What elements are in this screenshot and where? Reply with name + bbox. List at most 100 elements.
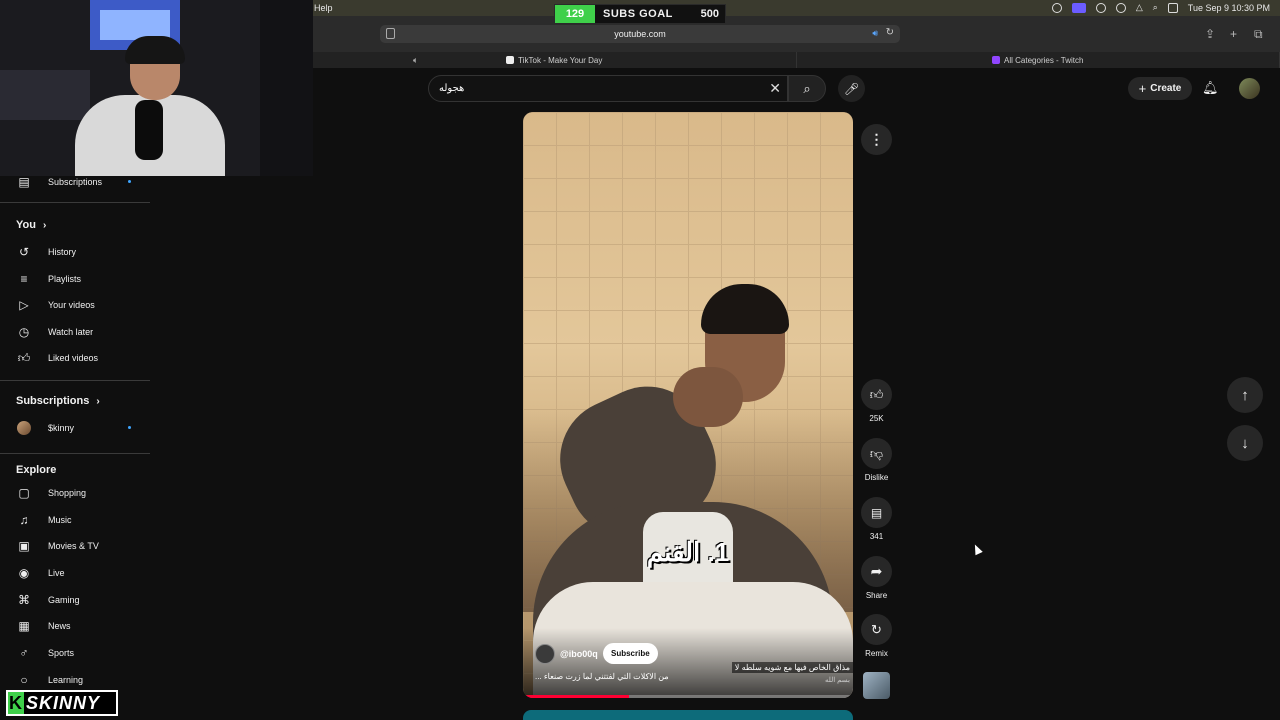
tab-tiktok[interactable]: TikTok - Make Your Day <box>313 52 797 68</box>
remix-button[interactable]: ↻ Remix <box>861 614 892 658</box>
search-icon[interactable]: ⌕ <box>1153 2 1158 13</box>
video-description[interactable]: من الاكلات التي لفتتني لما زرت صنعاء ... <box>535 672 669 681</box>
sound-thumbnail[interactable] <box>863 672 890 699</box>
comments-button[interactable]: ▤ 341 <box>861 497 892 541</box>
live-broadcast-icon: ◉ <box>18 566 30 580</box>
previous-short-button[interactable]: ↑ <box>1227 377 1263 413</box>
video-annotation-sub: بسم الله <box>825 677 850 684</box>
sidebar-item-news[interactable]: ▦ News <box>0 615 150 637</box>
create-button[interactable]: + Create <box>1128 77 1192 100</box>
subscribe-button[interactable]: Subscribe <box>603 643 658 664</box>
sidebar-item-channel[interactable]: $kinny <box>0 417 150 439</box>
voice-search-button[interactable]: 🎤︎ <box>838 75 865 102</box>
subs-label: SUBS GOAL <box>603 8 673 20</box>
stream-logo: K SKINNY <box>6 690 118 716</box>
search-input[interactable]: هجوله ✕ <box>428 75 788 102</box>
subscriptions-section-heading[interactable]: Subscriptions › <box>16 395 100 407</box>
sidebar-item-liked-videos[interactable]: 👍︎ Liked videos <box>0 347 150 369</box>
tab-overview-icon[interactable]: ⧉ <box>1254 27 1263 42</box>
wifi-icon[interactable]: △ <box>1136 2 1143 13</box>
tab-label: TikTok - Make Your Day <box>518 55 603 65</box>
chrome-icon[interactable] <box>1095 2 1106 13</box>
subscriptions-heading-label: Subscriptions <box>16 395 90 407</box>
sidebar-item-your-videos[interactable]: ▷ Your videos <box>0 294 150 316</box>
lightbulb-icon: ○ <box>20 673 28 687</box>
share-icon[interactable]: ⇪ <box>1205 27 1215 41</box>
video-progress-fill <box>523 695 629 698</box>
menu-clock[interactable]: Tue Sep 9 10:30 PM <box>1188 3 1270 13</box>
sidebar-item-label: Sports <box>48 648 75 658</box>
thumbs-up-icon: 👍︎ <box>869 386 884 402</box>
speaker-icon[interactable]: 🔊︎ <box>872 28 878 39</box>
create-label: Create <box>1150 83 1182 94</box>
tab-label: All Categories - Twitch <box>1004 55 1084 65</box>
share-button[interactable]: ➦ Share <box>861 556 892 600</box>
sidebar-item-label: $kinny <box>48 423 75 433</box>
dislike-button[interactable]: 👎︎ Dislike <box>861 438 892 482</box>
sidebar-item-label: History <box>48 247 77 257</box>
sidebar: ▤ Subscriptions You › ↺ History ≡ Playli… <box>0 175 150 720</box>
share-label: Share <box>865 591 888 600</box>
play-icon[interactable] <box>1115 2 1126 13</box>
control-icon[interactable] <box>1051 2 1062 13</box>
control-center-icon[interactable] <box>1167 2 1178 13</box>
more-options-button[interactable]: ⋮ <box>861 124 892 155</box>
sidebar-item-label: Playlists <box>48 274 82 284</box>
new-content-dot <box>128 180 131 183</box>
sidebar-item-live[interactable]: ◉ Live <box>0 562 150 584</box>
search-button[interactable]: ⌕ <box>788 75 826 102</box>
next-short-button[interactable]: ↓ <box>1227 425 1263 461</box>
sidebar-item-label: Learning <box>48 675 84 685</box>
address-bar[interactable]: youtube.com 🔊︎ ↻ <box>380 25 900 43</box>
sidebar-item-label: Watch later <box>48 327 94 337</box>
sidebar-item-shopping[interactable]: ▢ Shopping <box>0 482 150 504</box>
subscriptions-icon: ▤ <box>18 175 30 189</box>
sidebar-item-history[interactable]: ↺ History <box>0 241 150 263</box>
screen-share-icon[interactable] <box>1071 2 1086 13</box>
sidebar-item-playlists[interactable]: ≡ Playlists <box>0 268 150 290</box>
sidebar-item-label: Live <box>48 568 65 578</box>
menu-status-area: △ ⌕ Tue Sep 9 10:30 PM <box>1051 2 1270 13</box>
sidebar-item-learning[interactable]: ○ Learning <box>0 669 150 691</box>
remix-icon: ↻ <box>871 621 882 637</box>
microphone-icon: 🎤︎ <box>843 81 860 96</box>
sidebar-item-label: News <box>48 621 71 631</box>
sidebar-item-label: Movies & TV <box>48 541 99 551</box>
sidebar-item-watch-later[interactable]: ◷ Watch later <box>0 321 150 343</box>
twitch-favicon-icon <box>992 56 1001 64</box>
mute-tab-icon[interactable]: 🔈︎ <box>413 55 418 66</box>
sidebar-item-sports[interactable]: ♂ Sports <box>0 642 150 664</box>
film-icon: ▣ <box>18 539 30 553</box>
sidebar-toggle-icon[interactable] <box>386 28 395 39</box>
channel-handle[interactable]: @ibo00q <box>560 649 598 659</box>
next-short-preview[interactable] <box>523 710 853 720</box>
clear-search-icon[interactable]: ✕ <box>769 80 781 97</box>
music-note-icon: ♫ <box>19 513 29 527</box>
reload-icon[interactable]: ↻ <box>886 27 894 38</box>
video-progress-bar[interactable] <box>523 695 853 698</box>
user-avatar[interactable] <box>1239 78 1260 99</box>
sidebar-item-gaming[interactable]: ⌘ Gaming <box>0 589 150 611</box>
address-text: youtube.com <box>614 29 666 39</box>
dislike-label: Dislike <box>864 473 889 482</box>
thumbs-down-icon: 👎︎ <box>869 445 884 461</box>
new-tab-icon[interactable]: + <box>1230 27 1237 41</box>
sidebar-item-label: Liked videos <box>48 353 99 363</box>
like-button[interactable]: 👍︎ 25K <box>861 379 892 423</box>
search-icon: ⌕ <box>803 80 811 96</box>
notifications-bell-icon[interactable]: 🔔︎ <box>1202 80 1219 96</box>
webcam-background <box>260 0 313 176</box>
sidebar-item-movies[interactable]: ▣ Movies & TV <box>0 535 150 557</box>
screen: Help △ ⌕ Tue Sep 9 10:30 PM 129 SUBS GOA… <box>0 0 1280 720</box>
channel-avatar[interactable] <box>535 644 555 664</box>
menu-help[interactable]: Help <box>314 3 333 13</box>
shorts-video-player[interactable]: 1. القنم @ibo00q Subscribe من الاكلات ال… <box>523 112 853 698</box>
you-section-heading[interactable]: You › <box>16 219 46 231</box>
newspaper-icon: ▦ <box>18 619 30 633</box>
tab-twitch[interactable]: All Categories - Twitch <box>797 52 1280 68</box>
chevron-right-icon: › <box>43 220 47 231</box>
webcam-overlay <box>0 0 313 176</box>
trophy-icon: ♂ <box>19 646 29 660</box>
video-caption: 1. القنم <box>646 537 730 567</box>
sidebar-item-music[interactable]: ♫ Music <box>0 509 150 531</box>
